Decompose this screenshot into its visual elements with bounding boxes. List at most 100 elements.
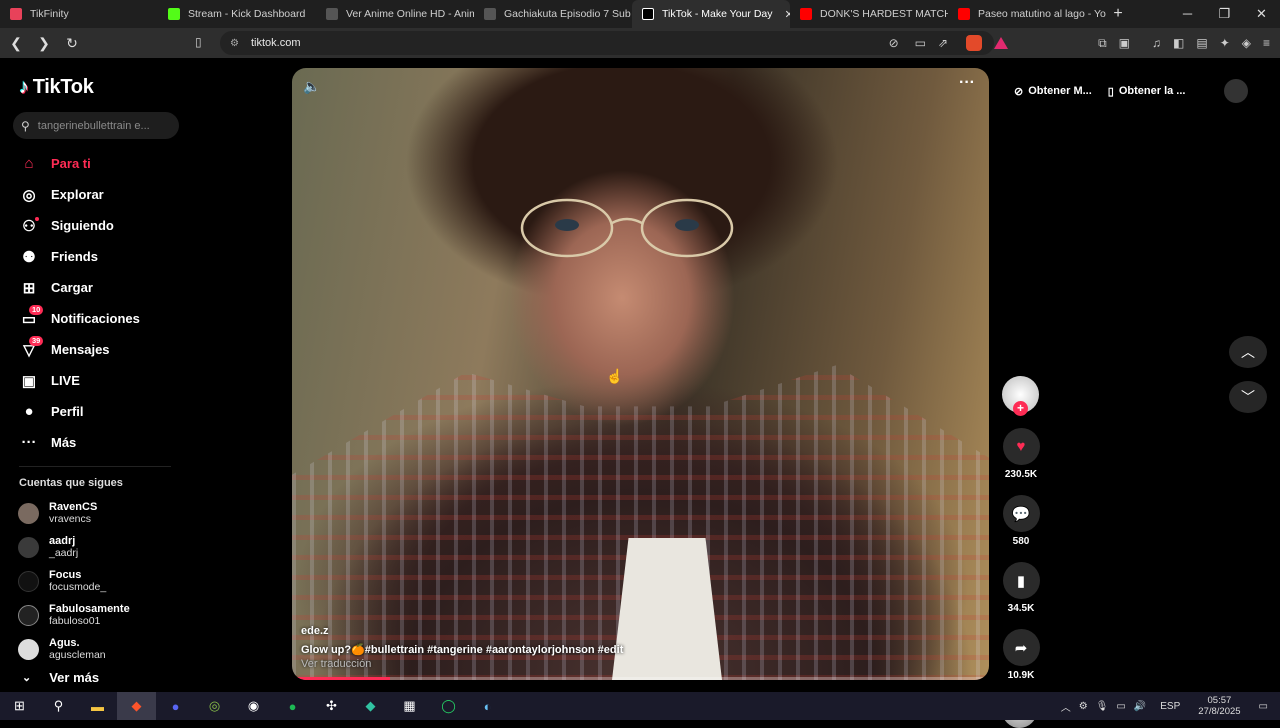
new-tab-button[interactable]: +	[1106, 5, 1130, 23]
follow-plus-icon[interactable]: +	[1013, 401, 1028, 416]
sidebar-item-perfil[interactable]: ● Perfil	[19, 396, 140, 427]
sidebar-divider	[19, 466, 171, 467]
back-icon[interactable]: ❮	[4, 35, 28, 52]
brave-rewards-icon[interactable]	[994, 37, 1009, 49]
tab-donk-match[interactable]: DONK'S HARDEST MATCH E	[790, 0, 948, 28]
screenshot-icon[interactable]: ▣	[1119, 36, 1130, 50]
language-indicator[interactable]: ESP	[1160, 701, 1180, 712]
volume-icon[interactable]: 🔊	[1134, 701, 1146, 712]
sidebar-toggle-icon[interactable]: ◧	[1173, 36, 1184, 50]
file-explorer-icon[interactable]: ▬	[78, 692, 117, 720]
network-icon[interactable]: ▭	[1116, 701, 1125, 712]
sidebar-item-live[interactable]: ▣ LIVE	[19, 365, 140, 396]
get-app-button[interactable]: ▯ Obtener la ...	[1108, 85, 1186, 98]
browser-toolbar: ❮ ❯ ↻ ▯ ⚙ tiktok.com ⊘ ▭ ⇗ ⧉ ▣ ♫ ◧ ▤ ✦ ◈…	[0, 28, 1280, 58]
next-video-button[interactable]: ﹀	[1229, 381, 1267, 413]
tab-anime-online[interactable]: Ver Anime Online HD - Anim	[316, 0, 474, 28]
sidebar-item-mensajes[interactable]: ▽ 39 Mensajes	[19, 334, 140, 365]
share-action[interactable]: ➦ 10.9K	[1002, 629, 1040, 681]
comment-count: 580	[1012, 536, 1030, 547]
heart-icon[interactable]: ♥	[1002, 428, 1040, 465]
author-avatar[interactable]: +	[1002, 376, 1039, 416]
site-info-icon[interactable]: ⚙	[230, 38, 239, 49]
forward-icon[interactable]: ❯	[32, 35, 56, 52]
save-action[interactable]: ▮ 34.5K	[1002, 562, 1040, 614]
tab-kick-dashboard[interactable]: Stream - Kick Dashboard	[158, 0, 316, 28]
more-options-icon[interactable]: ···	[959, 74, 975, 92]
bookmark-icon[interactable]: ▮	[1002, 562, 1040, 599]
streamlabs-icon[interactable]: ◆	[351, 692, 390, 720]
brave-shield-icon[interactable]	[966, 35, 983, 51]
volume-icon[interactable]: 🔈	[303, 78, 320, 95]
sidebar-item-siguiendo[interactable]: ⚇ Siguiendo	[19, 210, 140, 241]
sidebar-menu: ⌂ Para ti ◎ Explorar ⚇ Siguiendo ⚉ Frien…	[19, 148, 140, 458]
tab-paseo-matutino[interactable]: Paseo matutino al lago - Yo	[948, 0, 1106, 28]
capcut-icon[interactable]: ✣	[312, 692, 351, 720]
whatsapp-icon[interactable]: ◯	[429, 692, 468, 720]
leo-ai-icon[interactable]: ✦	[1220, 36, 1230, 50]
brave-browser-icon[interactable]: ◆	[117, 692, 156, 720]
cast-icon[interactable]: ▭	[915, 36, 926, 50]
sidebar-item-friends[interactable]: ⚉ Friends	[19, 241, 140, 272]
comment-action[interactable]: 💬 580	[1002, 495, 1040, 547]
close-window-icon[interactable]: ✕	[1243, 0, 1280, 28]
video-frame-glasses	[520, 198, 734, 258]
tiktok-logo[interactable]: ♪ TikTok	[19, 76, 94, 99]
restore-icon[interactable]: ❐	[1206, 0, 1243, 28]
following-account[interactable]: Focus focusmode_	[18, 564, 130, 598]
microphone-icon[interactable]: 🎙	[1096, 701, 1109, 712]
steam-icon[interactable]: ◐	[468, 692, 507, 720]
tab-tikfinity[interactable]: TikFinity	[0, 0, 158, 28]
extensions-icon[interactable]: ⧉	[1098, 36, 1107, 51]
following-account[interactable]: RavenCS vravencs	[18, 496, 130, 530]
vpn-icon[interactable]: ◈	[1242, 36, 1251, 50]
menu-icon[interactable]: ≡	[1263, 36, 1270, 50]
video-player[interactable]: 🔈 ··· ☝ ede.z Glow up?🍊#bullettrain #tan…	[292, 68, 989, 680]
tiktok-page: ♪ TikTok ⚲ tangerinebullettrain e... ⌂ P…	[0, 58, 1280, 728]
see-translation-link[interactable]: Ver traducción	[301, 658, 371, 670]
no-camera-icon[interactable]: ⊘	[889, 36, 899, 50]
search-icon[interactable]: ⚲	[39, 692, 78, 720]
following-account[interactable]: Fabulosamente fabuloso01	[18, 598, 130, 632]
hand-cursor-icon: ☝	[606, 368, 624, 384]
sidebar-item-notificaciones[interactable]: ▭ 10 Notificaciones	[19, 303, 140, 334]
system-tray: ︿ ⚙ 🎙 ▭ 🔊 ESP 05:57 27/8/2025 ▭	[1061, 692, 1280, 720]
tray-overflow-icon[interactable]: ︿	[1061, 699, 1071, 714]
following-account[interactable]: Agus. aguscleman	[18, 632, 130, 666]
address-bar[interactable]: ⚙ tiktok.com	[220, 31, 994, 55]
sidebar-item-cargar[interactable]: ⊞ Cargar	[19, 272, 140, 303]
game-app-icon[interactable]: ▦	[390, 692, 429, 720]
like-action[interactable]: ♥ 230.5K	[1002, 428, 1040, 480]
previous-video-button[interactable]: ︿	[1229, 336, 1267, 368]
usb-icon[interactable]: ⚙	[1079, 701, 1088, 712]
sidebar-item-explorar[interactable]: ◎ Explorar	[19, 179, 140, 210]
windows-start-icon[interactable]: ⊞	[0, 692, 39, 720]
sidebar-item-para-ti[interactable]: ⌂ Para ti	[19, 148, 140, 179]
video-author[interactable]: ede.z	[301, 625, 329, 637]
video-caption[interactable]: Glow up?🍊#bullettrain #tangerine #aaront…	[301, 643, 623, 656]
music-icon[interactable]: ♫	[1152, 36, 1161, 50]
xbox-icon[interactable]: ◎	[195, 692, 234, 720]
share-icon[interactable]: ➦	[1002, 629, 1040, 666]
spotify-icon[interactable]: ●	[273, 692, 312, 720]
video-progress-bar[interactable]	[292, 677, 989, 680]
search-input[interactable]: ⚲ tangerinebullettrain e...	[13, 112, 179, 139]
wallet-icon[interactable]: ▤	[1196, 36, 1207, 50]
see-more-button[interactable]: ⌄ Ver más	[22, 670, 99, 685]
share-icon[interactable]: ⇗	[938, 36, 948, 50]
get-coins-button[interactable]: ⊘ Obtener M...	[1014, 85, 1092, 98]
tab-gachiakuta[interactable]: Gachiakuta Episodio 7 Sub E	[474, 0, 632, 28]
tab-tiktok[interactable]: TikTok - Make Your Day ✕	[632, 0, 790, 28]
following-account[interactable]: aadrj _aadrj	[18, 530, 130, 564]
discord-icon[interactable]: ●	[156, 692, 195, 720]
comment-icon[interactable]: 💬	[1002, 495, 1040, 532]
avatar[interactable]	[1224, 79, 1248, 103]
browser-tab-bar: TikFinity Stream - Kick Dashboard Ver An…	[0, 0, 1280, 28]
obs-icon[interactable]: ◉	[234, 692, 273, 720]
reload-icon[interactable]: ↻	[60, 35, 84, 52]
notifications-icon[interactable]: ▭	[1259, 701, 1268, 712]
minimize-icon[interactable]: ─	[1169, 0, 1206, 28]
clock[interactable]: 05:57 27/8/2025	[1198, 695, 1240, 717]
bookmark-icon[interactable]: ▯	[195, 35, 202, 49]
sidebar-item-mas[interactable]: ··· Más	[19, 427, 140, 458]
